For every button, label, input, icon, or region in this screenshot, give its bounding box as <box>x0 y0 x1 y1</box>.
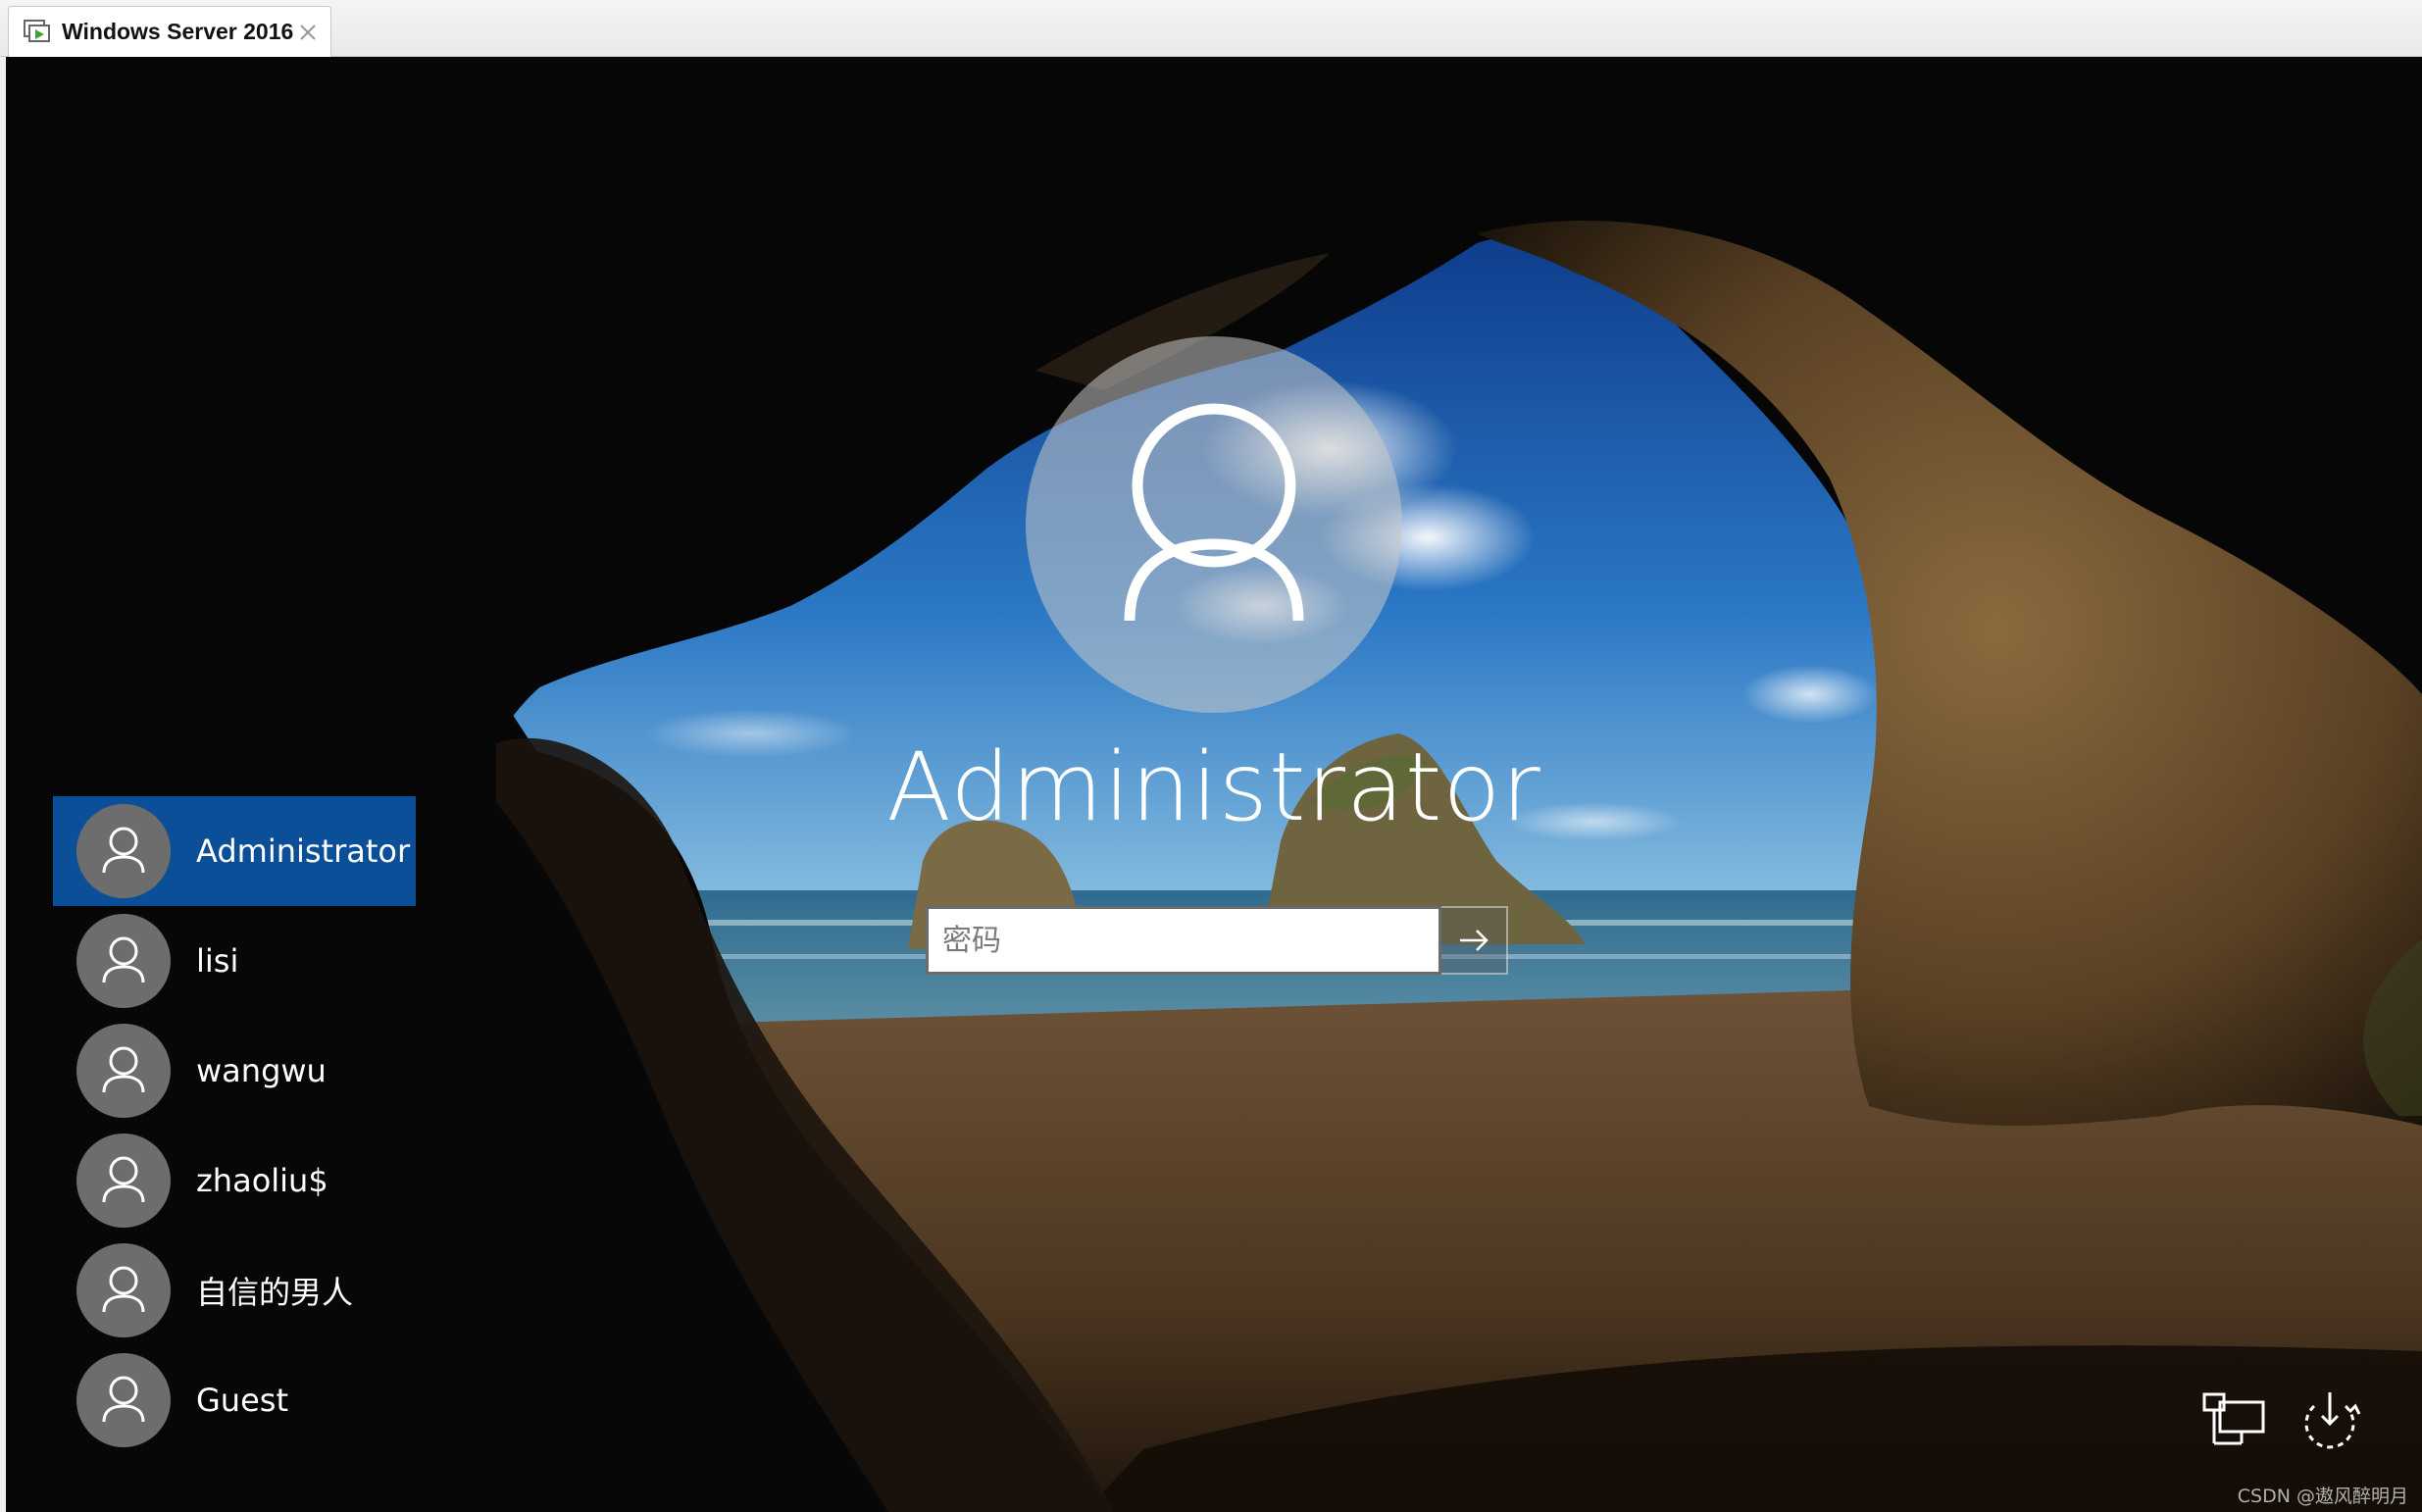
user-item-administrator[interactable]: Administrator <box>53 796 416 906</box>
user-avatar <box>76 1024 171 1118</box>
vm-tab-title: Windows Server 2016 <box>62 19 294 44</box>
user-item-label: zhaoliu$ <box>196 1162 328 1199</box>
close-icon[interactable] <box>297 22 319 43</box>
user-icon <box>1124 403 1304 622</box>
user-item-guest[interactable]: Guest <box>53 1345 416 1455</box>
login-screen: Administrator Administrator lisi wangwu … <box>6 57 2422 1512</box>
sign-in-button[interactable] <box>1441 906 1508 975</box>
user-avatar <box>76 1134 171 1228</box>
user-item-label: Administrator <box>196 832 411 870</box>
user-item-label: lisi <box>196 942 239 980</box>
user-avatar <box>76 1243 171 1337</box>
host-tab-strip: Windows Server 2016 <box>0 0 2422 57</box>
arrow-right-icon <box>1460 930 1489 951</box>
user-avatar <box>76 914 171 1008</box>
network-icon <box>2202 1392 2265 1445</box>
power-icon <box>2304 1392 2361 1449</box>
network-button[interactable] <box>2198 1386 2269 1457</box>
watermark: CSDN @遨风醉明月 <box>2237 1486 2408 1507</box>
user-item-label: Guest <box>196 1382 288 1419</box>
user-icon <box>102 1266 145 1313</box>
user-icon <box>102 1046 145 1093</box>
selected-user-name: Administrator <box>886 732 1541 842</box>
user-icon <box>102 1156 145 1203</box>
user-icon <box>102 1376 145 1423</box>
user-list: Administrator lisi wangwu zhaoliu$ 自信的男人… <box>53 796 416 1455</box>
user-item-lisi[interactable]: lisi <box>53 906 416 1016</box>
user-item-label: 自信的男人 <box>196 1274 354 1311</box>
user-icon <box>102 936 145 983</box>
user-item-label: wangwu <box>196 1052 327 1089</box>
password-input[interactable] <box>926 906 1441 975</box>
user-icon <box>102 827 145 874</box>
vm-play-icon <box>24 19 50 42</box>
user-item-wangwu[interactable]: wangwu <box>53 1016 416 1126</box>
user-item-confident-man[interactable]: 自信的男人 <box>53 1235 416 1345</box>
user-avatar <box>76 1353 171 1447</box>
user-avatar <box>76 804 171 898</box>
password-row <box>926 906 1508 975</box>
user-item-zhaoliu[interactable]: zhaoliu$ <box>53 1126 416 1235</box>
power-button[interactable] <box>2295 1386 2365 1457</box>
selected-user-avatar <box>1026 336 1402 713</box>
vm-tab[interactable]: Windows Server 2016 <box>8 6 331 57</box>
